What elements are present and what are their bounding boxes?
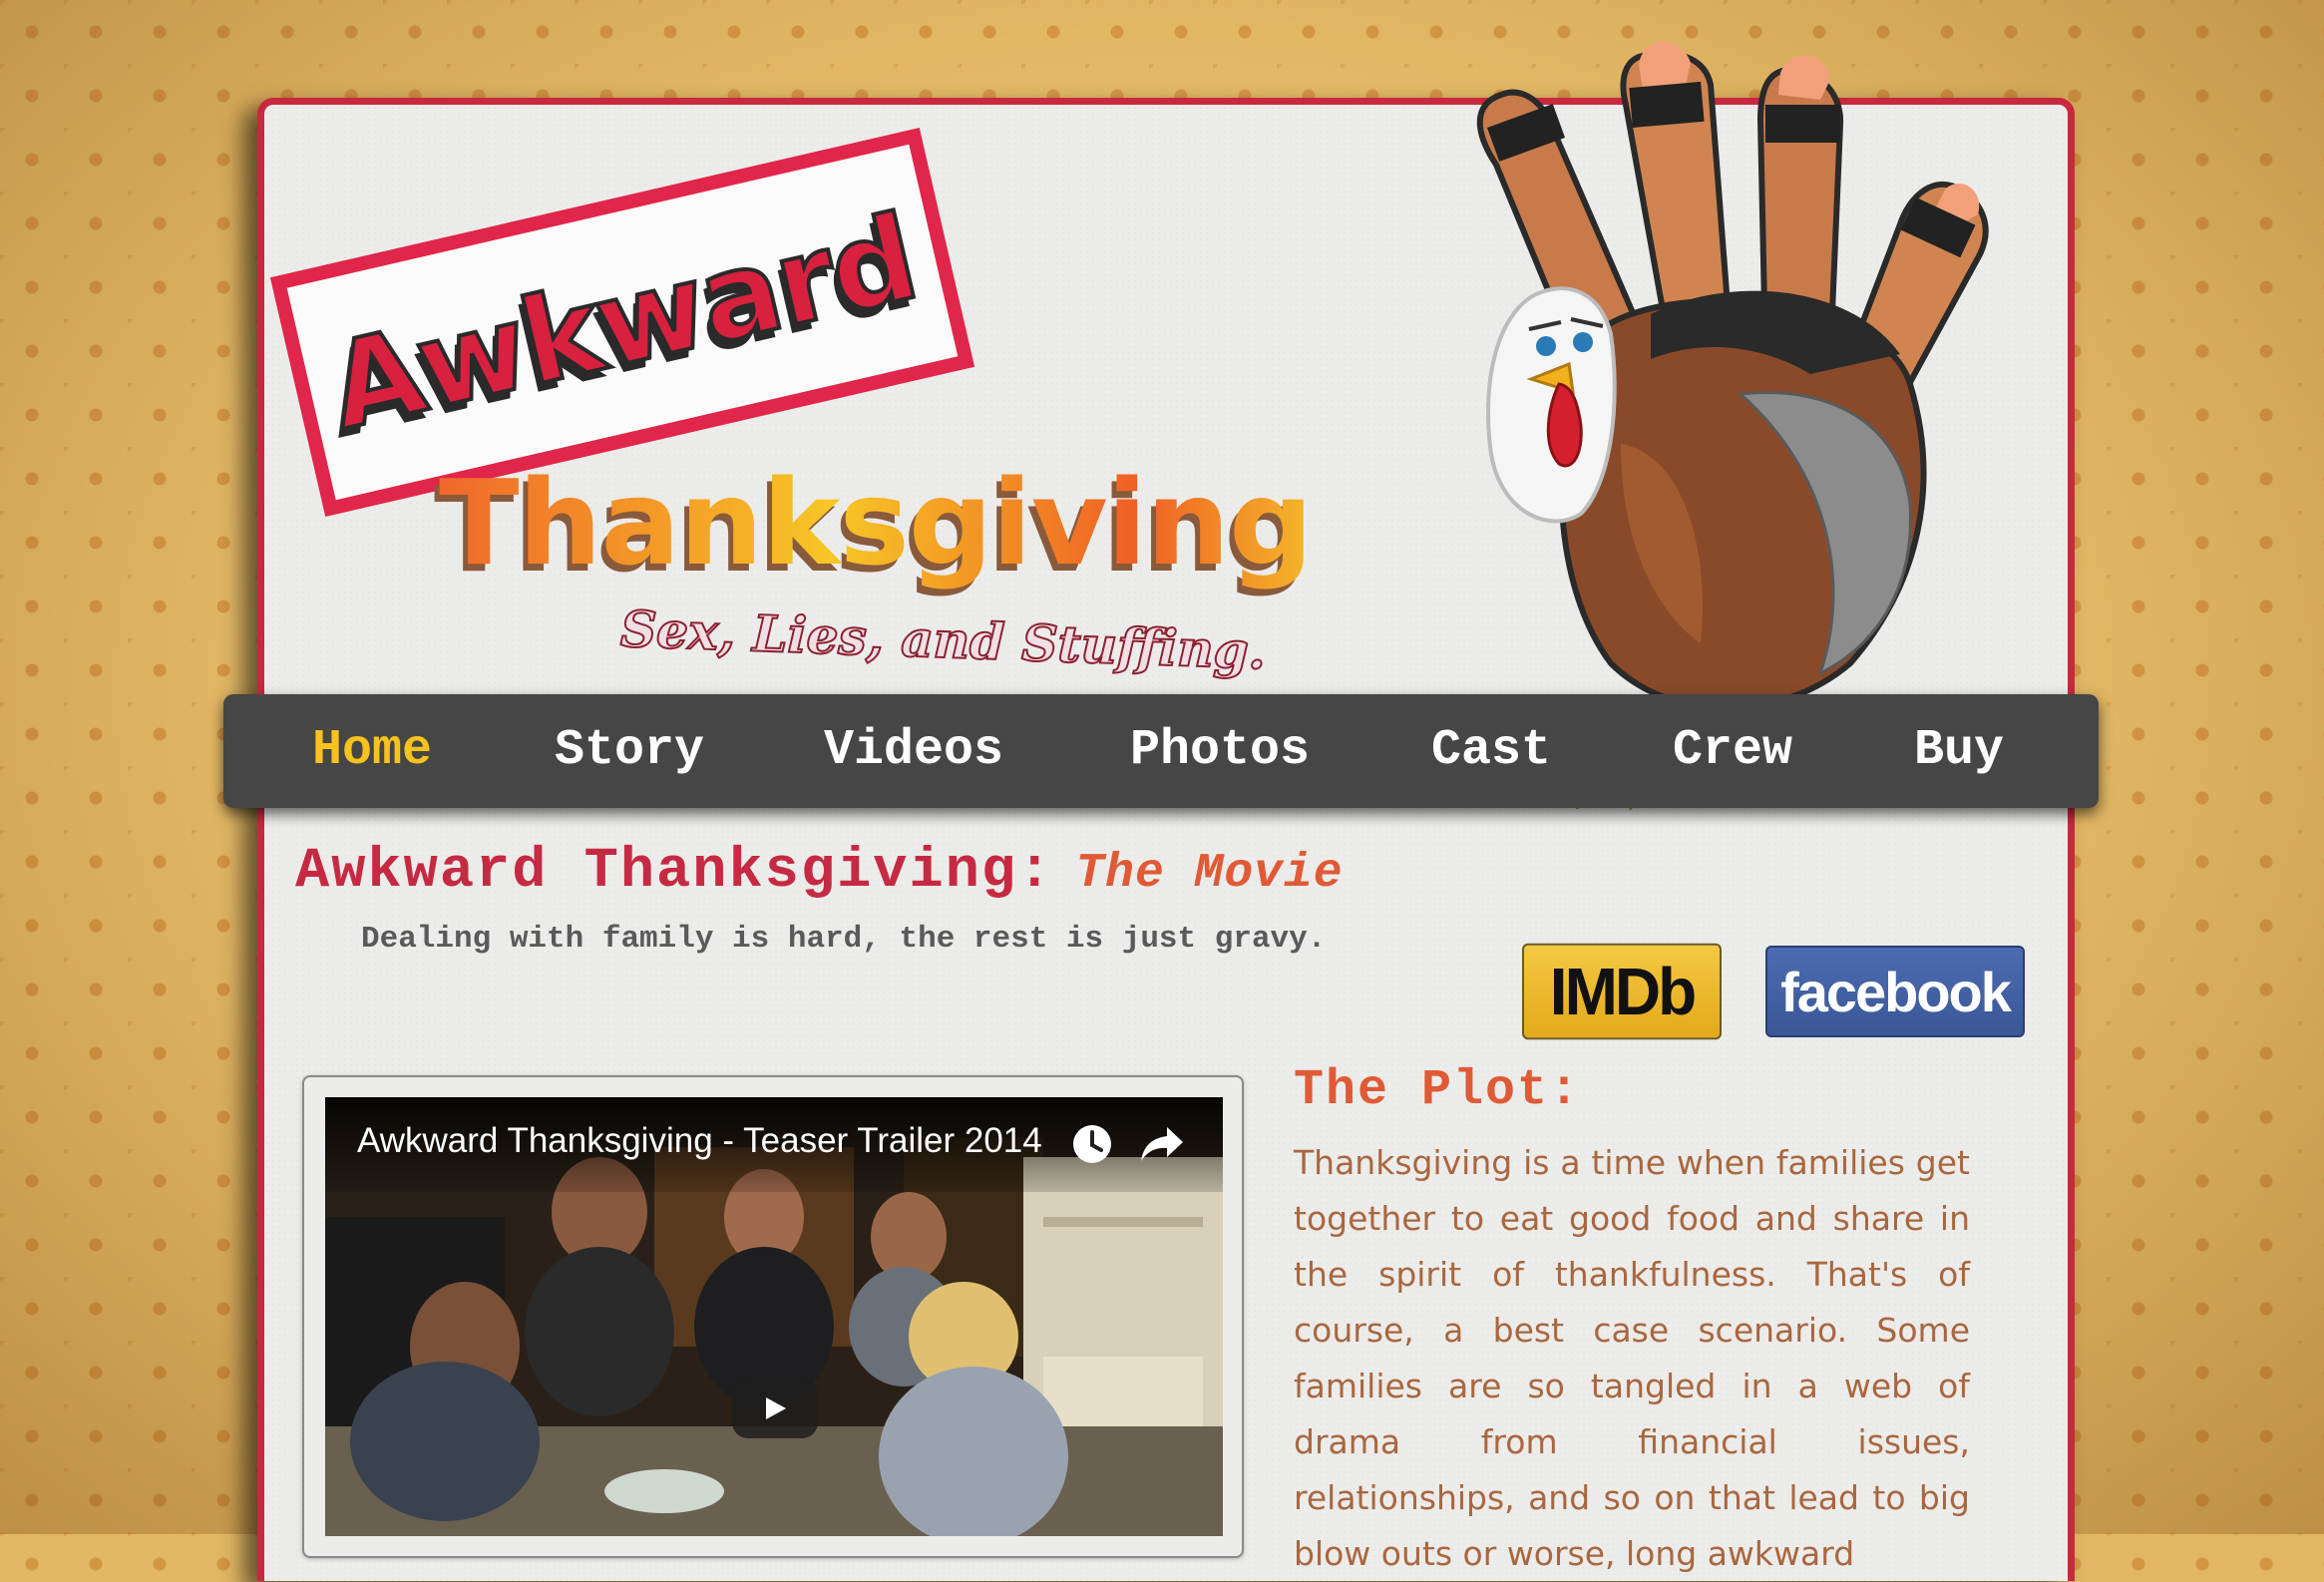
page-title-main: Awkward Thanksgiving:	[295, 840, 1054, 904]
imdb-link[interactable]: IMDb	[1522, 943, 1722, 1040]
plot-text: Thanksgiving is a time when families get…	[1294, 1143, 1970, 1573]
nav-videos[interactable]: Videos	[824, 722, 1003, 779]
plot-heading: The Plot:	[1294, 1062, 1582, 1119]
page-title: Awkward Thanksgiving: The Movie	[295, 840, 1344, 904]
nav-home[interactable]: Home	[312, 722, 432, 779]
nav-cast[interactable]: Cast	[1431, 722, 1551, 779]
page-title-suffix: The Movie	[1075, 847, 1344, 901]
page-subtitle: Dealing with family is hard, the rest is…	[361, 922, 1327, 957]
watch-later-icon[interactable]	[1071, 1123, 1113, 1165]
nav-photos[interactable]: Photos	[1130, 722, 1310, 779]
main-nav: Home Story Videos Photos Cast Crew Buy	[223, 694, 2099, 808]
video-title[interactable]: Awkward Thanksgiving - Teaser Trailer 20…	[357, 1121, 1042, 1161]
share-icon[interactable]	[1139, 1123, 1185, 1165]
facebook-link[interactable]: facebook	[1765, 946, 2025, 1037]
play-icon	[766, 1397, 786, 1419]
nav-crew[interactable]: Crew	[1673, 722, 1792, 779]
nav-buy[interactable]: Buy	[1914, 722, 2004, 779]
play-button[interactable]	[732, 1379, 818, 1438]
logo-thanksgiving-text: Thanksgiving	[439, 454, 1314, 592]
nav-story[interactable]: Story	[555, 722, 704, 779]
video-player[interactable]: Awkward Thanksgiving - Teaser Trailer 20…	[325, 1097, 1223, 1536]
